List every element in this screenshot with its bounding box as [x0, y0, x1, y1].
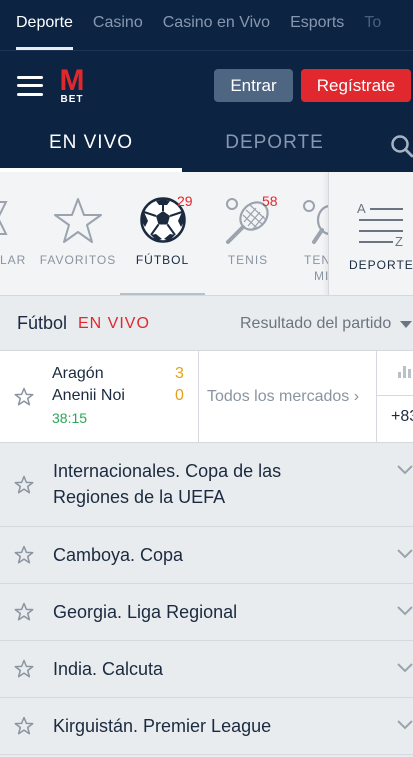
sport-item-favoritos[interactable]: FAVORITOS [38, 172, 118, 295]
home-score: 3 [175, 365, 184, 382]
league-name: Camboya. Copa [53, 545, 184, 565]
live-count-badge: 58 [262, 193, 278, 209]
sport-item-futbol[interactable]: 29 FÚTBOL [120, 172, 205, 295]
divider [376, 351, 377, 443]
svg-text:A: A [357, 201, 366, 216]
section-live-label: EN VIVO [78, 315, 150, 332]
tab-more[interactable]: To [364, 0, 381, 50]
register-button[interactable]: Regístrate [301, 69, 411, 102]
chevron-down-icon[interactable] [397, 549, 413, 559]
away-team: Anenii Noi [52, 387, 125, 404]
match-row[interactable]: Aragón Anenii Noi 3 0 38:15 Todos los me… [0, 351, 413, 443]
league-row[interactable]: Kirguistán. Premier League [0, 698, 413, 755]
sport-label: FAVORITOS [39, 253, 117, 267]
hamburger-menu-icon[interactable] [17, 75, 43, 96]
live-count-badge: 29 [177, 193, 193, 209]
league-name-line2: Regiones de la UEFA [53, 487, 226, 507]
all-markets-label: Todos los mercados [207, 388, 350, 405]
league-name: Georgia. Liga Regional [53, 602, 238, 622]
chevron-down-icon[interactable] [397, 720, 413, 730]
header: M BET Entrar Regístrate [0, 50, 413, 120]
logo-subtext: BET [60, 93, 84, 105]
favorite-star-icon[interactable] [14, 387, 34, 407]
top-nav: Deporte Casino Casino en Vivo Esports To [0, 0, 413, 50]
caret-down-icon[interactable] [400, 321, 412, 328]
league-name: Internacionales. Copa de las [53, 461, 282, 481]
search-icon[interactable] [390, 134, 413, 158]
divider [377, 395, 413, 396]
chevron-down-icon[interactable] [397, 606, 413, 616]
chevron-right-icon: › [353, 388, 360, 405]
svg-text:Z: Z [395, 234, 403, 246]
tab-casino[interactable]: Casino [93, 0, 143, 50]
logo-letter: M [59, 63, 85, 97]
chevron-down-icon[interactable] [397, 465, 413, 475]
deportes-label: DEPORTES [349, 258, 413, 272]
league-name: Kirguistán. Premier League [53, 716, 272, 736]
tab-esports[interactable]: Esports [290, 0, 344, 50]
tab-deporte-mode[interactable]: DEPORTE [182, 120, 367, 172]
stats-bars-icon[interactable] [397, 363, 413, 379]
favorite-star-icon[interactable] [14, 545, 34, 565]
section-sport-title: Fútbol [17, 313, 68, 333]
more-odds-count[interactable]: +83 [391, 408, 413, 426]
all-markets-link[interactable]: Todos los mercados › [207, 388, 359, 406]
tab-en-vivo[interactable]: EN VIVO [0, 120, 182, 172]
sports-carousel: LAR FAVORITOS 29 FÚTBOL 58 TENIS TEN MI … [0, 172, 413, 296]
tab-deporte[interactable]: Deporte [16, 0, 73, 50]
favorite-star-icon[interactable] [14, 659, 34, 679]
sport-label: LAR [0, 253, 27, 267]
app-root: Deporte Casino Casino en Vivo Esports To… [0, 0, 413, 757]
sort-az-icon: A Z [357, 201, 403, 246]
league-row[interactable]: India. Calcuta [0, 641, 413, 698]
chevron-down-icon[interactable] [397, 663, 413, 673]
sport-label: FÚTBOL [135, 253, 190, 267]
divider [198, 351, 199, 443]
star-outline-icon [54, 198, 102, 243]
favorite-star-icon[interactable] [14, 475, 34, 495]
section-header: Fútbol EN VIVO Resultado del partido [0, 296, 413, 351]
match-time: 38:15 [52, 410, 88, 426]
league-row[interactable]: Internacionales. Copa de las Regiones de… [0, 443, 413, 527]
tab-casino-en-vivo[interactable]: Casino en Vivo [163, 0, 270, 50]
mode-tabs: EN VIVO DEPORTE [0, 120, 413, 172]
star-badge-icon [0, 201, 8, 235]
away-score: 0 [175, 387, 184, 404]
sport-item-popular[interactable]: LAR [0, 172, 27, 295]
brand-logo[interactable]: M BET [57, 63, 87, 105]
league-row[interactable]: Camboya. Copa [0, 527, 413, 584]
sport-label: TENIS [227, 253, 269, 267]
deportes-button[interactable]: A Z DEPORTES [328, 172, 413, 295]
sport-item-tenis[interactable]: 58 TENIS [208, 172, 288, 295]
favorite-star-icon[interactable] [14, 716, 34, 736]
favorite-star-icon[interactable] [14, 602, 34, 622]
league-row[interactable]: Georgia. Liga Regional [0, 584, 413, 641]
market-selector[interactable]: Resultado del partido [240, 315, 391, 333]
league-name: India. Calcuta [53, 659, 164, 679]
home-team: Aragón [52, 365, 104, 382]
login-button[interactable]: Entrar [214, 69, 293, 102]
